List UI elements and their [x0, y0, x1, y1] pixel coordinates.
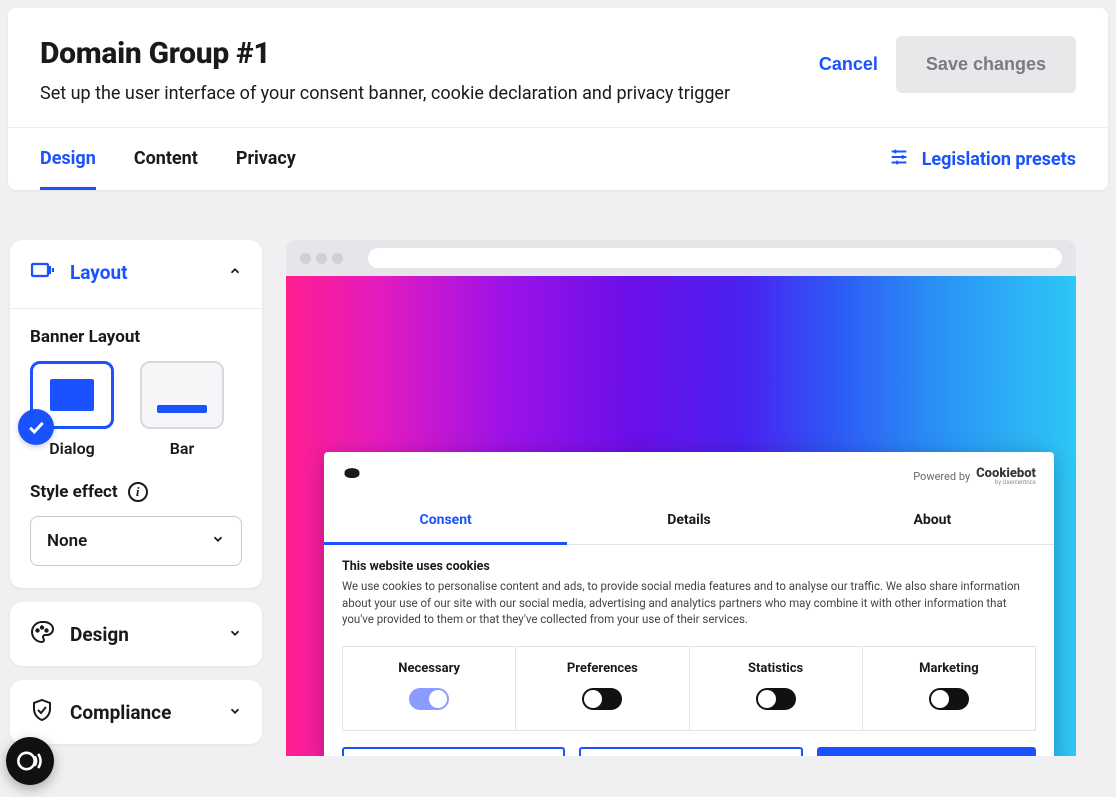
page-subtitle: Set up the user interface of your consen…: [40, 81, 730, 107]
save-changes-button[interactable]: Save changes: [896, 36, 1076, 93]
design-panel-title: Design: [70, 623, 212, 646]
layout-option-dialog[interactable]: Dialog: [30, 361, 114, 458]
fingerprint-icon: [16, 747, 44, 775]
banner-button-1[interactable]: [342, 747, 565, 756]
check-icon: [18, 409, 54, 445]
powered-by-label: Powered by: [913, 470, 970, 483]
compliance-panel-title: Compliance: [70, 701, 212, 724]
banner-button-2[interactable]: [579, 747, 802, 756]
dialog-shape-icon: [50, 379, 94, 411]
info-icon[interactable]: i: [128, 482, 148, 502]
layout-icon: [30, 258, 54, 286]
page-title: Domain Group #1: [40, 36, 730, 71]
chevron-down-icon: [228, 703, 242, 722]
category-preferences-label: Preferences: [522, 661, 682, 676]
legislation-presets-label: Legislation presets: [922, 149, 1076, 170]
palette-icon: [30, 620, 54, 648]
tab-design[interactable]: Design: [40, 128, 96, 190]
browser-mock: Powered by Cookiebot by Usercentrics Con…: [286, 240, 1076, 756]
category-marketing: Marketing: [863, 647, 1035, 730]
design-panel-header[interactable]: Design: [10, 602, 262, 666]
category-necessary: Necessary: [343, 647, 516, 730]
category-necessary-label: Necessary: [349, 661, 509, 676]
cancel-button[interactable]: Cancel: [819, 54, 878, 75]
tab-privacy[interactable]: Privacy: [236, 128, 296, 190]
compliance-panel: Compliance: [10, 680, 262, 744]
category-statistics: Statistics: [690, 647, 863, 730]
style-effect-select[interactable]: None: [30, 516, 242, 566]
consent-banner: Powered by Cookiebot by Usercentrics Con…: [324, 452, 1054, 756]
brand-name: Cookiebot: [976, 467, 1036, 480]
preview-viewport: Powered by Cookiebot by Usercentrics Con…: [286, 276, 1076, 756]
brand-sub: by Usercentrics: [995, 480, 1036, 486]
chevron-up-icon: [228, 263, 242, 282]
toggle-statistics[interactable]: [756, 688, 796, 710]
layout-option-bar[interactable]: Bar: [140, 361, 224, 458]
banner-body-text: We use cookies to personalise content an…: [342, 578, 1036, 628]
powered-by[interactable]: Powered by Cookiebot by Usercentrics: [913, 467, 1036, 486]
cookie-icon: [342, 464, 362, 488]
bar-shape-icon: [157, 405, 207, 413]
chevron-down-icon: [228, 625, 242, 644]
banner-body-title: This website uses cookies: [342, 559, 1036, 574]
privacy-trigger-fab[interactable]: [6, 737, 54, 785]
category-marketing-label: Marketing: [869, 661, 1029, 676]
style-effect-label: Style effect: [30, 482, 118, 502]
toggle-preferences[interactable]: [582, 688, 622, 710]
window-dots-icon: [300, 249, 348, 268]
banner-tab-about[interactable]: About: [811, 498, 1054, 545]
toggle-necessary[interactable]: [409, 688, 449, 710]
layout-panel: Layout Banner Layout Dialog: [10, 240, 262, 588]
layout-option-dialog-label: Dialog: [49, 439, 94, 458]
banner-button-3[interactable]: [817, 747, 1036, 756]
banner-tab-details[interactable]: Details: [567, 498, 810, 545]
category-preferences: Preferences: [516, 647, 689, 730]
preview-pane: Powered by Cookiebot by Usercentrics Con…: [286, 240, 1116, 756]
banner-layout-label: Banner Layout: [30, 327, 242, 347]
banner-tab-consent[interactable]: Consent: [324, 498, 567, 545]
compliance-panel-header[interactable]: Compliance: [10, 680, 262, 744]
style-effect-value: None: [47, 531, 87, 551]
tab-content[interactable]: Content: [134, 128, 198, 190]
shield-icon: [30, 698, 54, 726]
chevron-down-icon: [211, 531, 225, 551]
layout-option-bar-label: Bar: [170, 439, 195, 458]
toggle-marketing[interactable]: [929, 688, 969, 710]
sidebar: Layout Banner Layout Dialog: [10, 240, 262, 756]
layout-panel-title: Layout: [70, 261, 212, 284]
layout-panel-header[interactable]: Layout: [10, 240, 262, 304]
design-panel: Design: [10, 602, 262, 666]
legislation-presets-button[interactable]: Legislation presets: [888, 146, 1076, 173]
url-bar: [368, 248, 1062, 268]
sliders-icon: [888, 146, 910, 173]
category-statistics-label: Statistics: [696, 661, 856, 676]
header-card: Domain Group #1 Set up the user interfac…: [8, 8, 1108, 190]
